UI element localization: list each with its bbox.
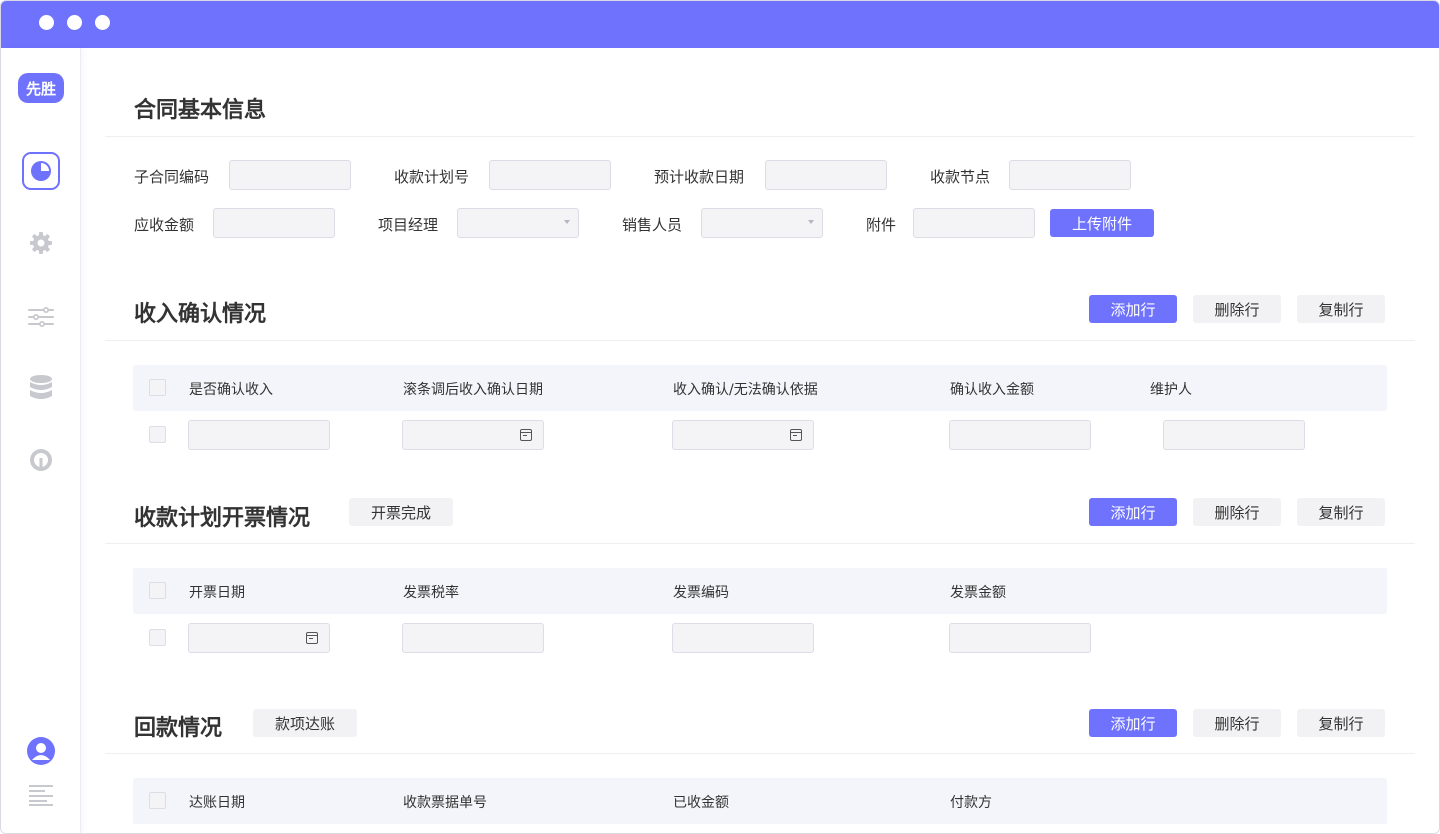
invoice-complete-tag[interactable]: 开票完成 [349,498,453,526]
title-bar [1,1,1439,48]
column-header: 已收金额 [673,795,729,811]
user-avatar-icon [27,737,55,765]
sidebar-item-monitor[interactable] [21,440,61,480]
calendar-icon[interactable] [520,429,532,441]
divider [105,543,1415,544]
invoice-date-input[interactable] [188,623,330,653]
gauge-icon [30,449,52,471]
section-title-payment: 回款情况 [134,716,223,741]
divider [105,136,1415,137]
label-expected-collection-date: 预计收款日期 [654,168,745,186]
column-header: 收入确认/无法确认依据 [673,382,818,398]
revenue-basis-input[interactable] [672,420,814,450]
revenue-delete-row-button[interactable]: 删除行 [1193,295,1281,323]
label-sub-contract-code: 子合同编码 [134,168,210,186]
column-header: 维护人 [1150,382,1192,398]
gear-icon [30,232,52,254]
divider [105,340,1415,341]
window-close-dot[interactable] [39,15,54,30]
calendar-icon[interactable] [306,632,318,644]
revenue-amount-input[interactable] [949,420,1091,450]
payment-add-row-button[interactable]: 添加行 [1089,709,1177,737]
column-header: 是否确认收入 [189,382,273,398]
revenue-copy-row-button[interactable]: 复制行 [1297,295,1385,323]
section-title-invoice: 收款计划开票情况 [134,506,311,531]
chevron-down-icon [808,220,814,224]
row-checkbox[interactable] [149,629,166,646]
column-header: 发票金额 [950,585,1006,601]
section-title-revenue: 收入确认情况 [134,302,267,327]
label-project-manager: 项目经理 [378,216,439,234]
payment-table-header: 达账日期 收款票据单号 已收金额 付款方 [133,778,1387,824]
label-attachment: 附件 [866,216,897,234]
divider [105,753,1415,754]
column-header: 滚条调后收入确认日期 [403,382,543,398]
revenue-add-row-button[interactable]: 添加行 [1089,295,1177,323]
text-lines-icon [29,785,53,806]
column-header: 开票日期 [189,585,245,601]
column-header: 达账日期 [189,795,245,811]
select-all-checkbox[interactable] [149,792,166,809]
upload-attachment-button[interactable]: 上传附件 [1050,209,1154,237]
app-window: 先胜 合同基本信息 子合同编码 收款计划号 预计收款日期 收款节点 应收金额 项… [0,0,1440,834]
revenue-confirm-date-input[interactable] [402,420,544,450]
column-header: 发票税率 [403,585,459,601]
sidebar-item-dashboard[interactable] [22,152,60,190]
select-all-checkbox[interactable] [149,582,166,599]
column-header: 发票编码 [673,585,729,601]
window-maximize-dot[interactable] [95,15,110,30]
sidebar-item-settings[interactable] [21,223,61,263]
sidebar-item-profile[interactable] [21,731,61,771]
invoice-amount-input[interactable] [949,623,1091,653]
revenue-confirmed-input[interactable] [188,420,330,450]
invoice-delete-row-button[interactable]: 删除行 [1193,498,1281,526]
database-icon [30,375,52,399]
payment-copy-row-button[interactable]: 复制行 [1297,709,1385,737]
maintainer-input[interactable] [1163,420,1305,450]
main-content: 合同基本信息 子合同编码 收款计划号 预计收款日期 收款节点 应收金额 项目经理… [105,48,1415,833]
label-collection-plan-no: 收款计划号 [394,168,470,186]
label-receivable-amount: 应收金额 [134,216,195,234]
payment-received-tag[interactable]: 款项达账 [253,709,357,737]
invoice-code-input[interactable] [672,623,814,653]
project-manager-select[interactable] [457,208,579,238]
label-sales-person: 销售人员 [622,216,683,234]
column-header: 确认收入金额 [950,382,1034,398]
sidebar-item-menu[interactable] [21,775,61,815]
brand-logo[interactable]: 先胜 [18,73,64,103]
invoice-add-row-button[interactable]: 添加行 [1089,498,1177,526]
row-checkbox[interactable] [149,426,166,443]
pie-chart-icon [31,161,51,181]
revenue-table-header: 是否确认收入 滚条调后收入确认日期 收入确认/无法确认依据 确认收入金额 维护人 [133,365,1387,411]
column-header: 付款方 [950,795,992,811]
sidebar: 先胜 [1,48,81,833]
attachment-input[interactable] [913,208,1035,238]
invoice-copy-row-button[interactable]: 复制行 [1297,498,1385,526]
receivable-amount-input[interactable] [213,208,335,238]
sidebar-item-filters[interactable] [21,297,61,337]
chevron-down-icon [564,220,570,224]
payment-delete-row-button[interactable]: 删除行 [1193,709,1281,737]
sub-contract-code-input[interactable] [229,160,351,190]
section-title-basic-info: 合同基本信息 [134,98,267,123]
window-minimize-dot[interactable] [67,15,82,30]
collection-plan-no-input[interactable] [489,160,611,190]
invoice-table-header: 开票日期 发票税率 发票编码 发票金额 [133,568,1387,614]
collection-node-input[interactable] [1009,160,1131,190]
invoice-tax-rate-input[interactable] [402,623,544,653]
label-collection-node: 收款节点 [930,168,991,186]
column-header: 收款票据单号 [403,795,487,811]
select-all-checkbox[interactable] [149,379,166,396]
sales-person-select[interactable] [701,208,823,238]
sliders-icon [28,307,54,327]
sidebar-item-database[interactable] [21,368,61,408]
calendar-icon[interactable] [790,429,802,441]
expected-collection-date-input[interactable] [765,160,887,190]
